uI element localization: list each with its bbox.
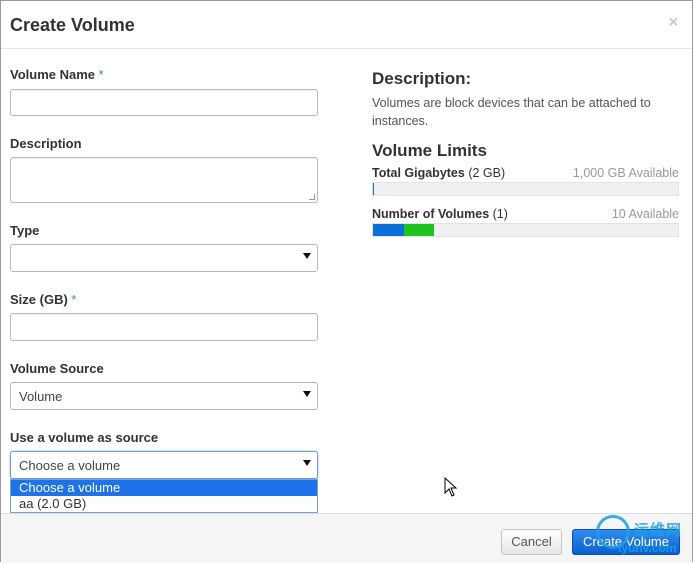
use-volume-label: Use a volume as source — [10, 430, 159, 445]
description-text: Volumes are block devices that can be at… — [372, 96, 651, 128]
modal-header: Create Volume × — [1, 1, 692, 49]
watermark-text: 运维网 — [634, 522, 683, 539]
watermark-sub: iyunv.com — [618, 541, 677, 555]
mouse-cursor-icon — [444, 477, 458, 497]
limit-used: (1) — [492, 207, 508, 221]
description-label: Description — [10, 136, 82, 151]
dropdown-arrow-icon — [303, 460, 311, 466]
gigabytes-progress-bar — [372, 182, 679, 196]
volumes-used-fill — [373, 224, 404, 236]
type-label: Type — [10, 223, 40, 238]
dropdown-arrow-icon — [303, 253, 311, 259]
dropdown-arrow-icon — [303, 391, 311, 397]
size-input[interactable] — [10, 313, 318, 341]
dropdown-option[interactable]: Choose a volume — [11, 480, 317, 496]
close-icon[interactable]: × — [669, 14, 678, 32]
volume-name-input[interactable] — [10, 89, 318, 116]
volume-name-label: Volume Name * — [10, 67, 104, 82]
limit-available: 1,000 GB Available — [572, 166, 679, 180]
limit-name: Number of Volumes — [372, 207, 490, 221]
watermark-logo: 运维网 iyunv.com — [596, 515, 690, 561]
use-volume-value: Choose a volume — [19, 458, 121, 473]
limit-available: 10 Available — [611, 207, 679, 221]
limit-volumes: Number of Volumes (1) 10 Available — [372, 207, 679, 221]
volume-source-select[interactable]: Volume — [10, 382, 318, 410]
dropdown-option[interactable]: aa (2.0 GB) — [11, 496, 317, 512]
limit-used: (2 GB) — [468, 166, 506, 180]
description-textarea[interactable] — [10, 157, 318, 203]
use-volume-select[interactable]: Choose a volume — [10, 451, 318, 479]
size-label: Size (GB) * — [10, 292, 76, 307]
create-volume-modal: Create Volume × Volume Name * Descriptio… — [0, 0, 693, 563]
use-volume-dropdown: Choose a volume aa (2.0 GB) — [10, 479, 318, 513]
cancel-button[interactable]: Cancel — [501, 529, 562, 555]
required-marker: * — [98, 67, 104, 82]
volumes-progress-bar — [372, 223, 679, 237]
volume-source-label: Volume Source — [10, 361, 104, 376]
size-label-text: Size (GB) — [10, 292, 68, 307]
gigabytes-used-fill — [373, 183, 374, 195]
modal-footer: Cancel Create Volume — [1, 513, 692, 563]
volume-name-label-text: Volume Name — [10, 67, 96, 82]
required-marker: * — [71, 292, 77, 307]
volume-limits-heading: Volume Limits — [372, 141, 487, 160]
description-heading: Description: — [372, 69, 472, 88]
type-select[interactable] — [10, 244, 318, 272]
resize-handle-icon[interactable] — [309, 194, 315, 200]
volumes-projected-fill — [404, 224, 434, 236]
limit-name: Total Gigabytes — [372, 166, 465, 180]
modal-title: Create Volume — [10, 15, 135, 35]
volume-source-value: Volume — [19, 389, 63, 404]
limit-gigabytes: Total Gigabytes (2 GB) 1,000 GB Availabl… — [372, 166, 679, 180]
